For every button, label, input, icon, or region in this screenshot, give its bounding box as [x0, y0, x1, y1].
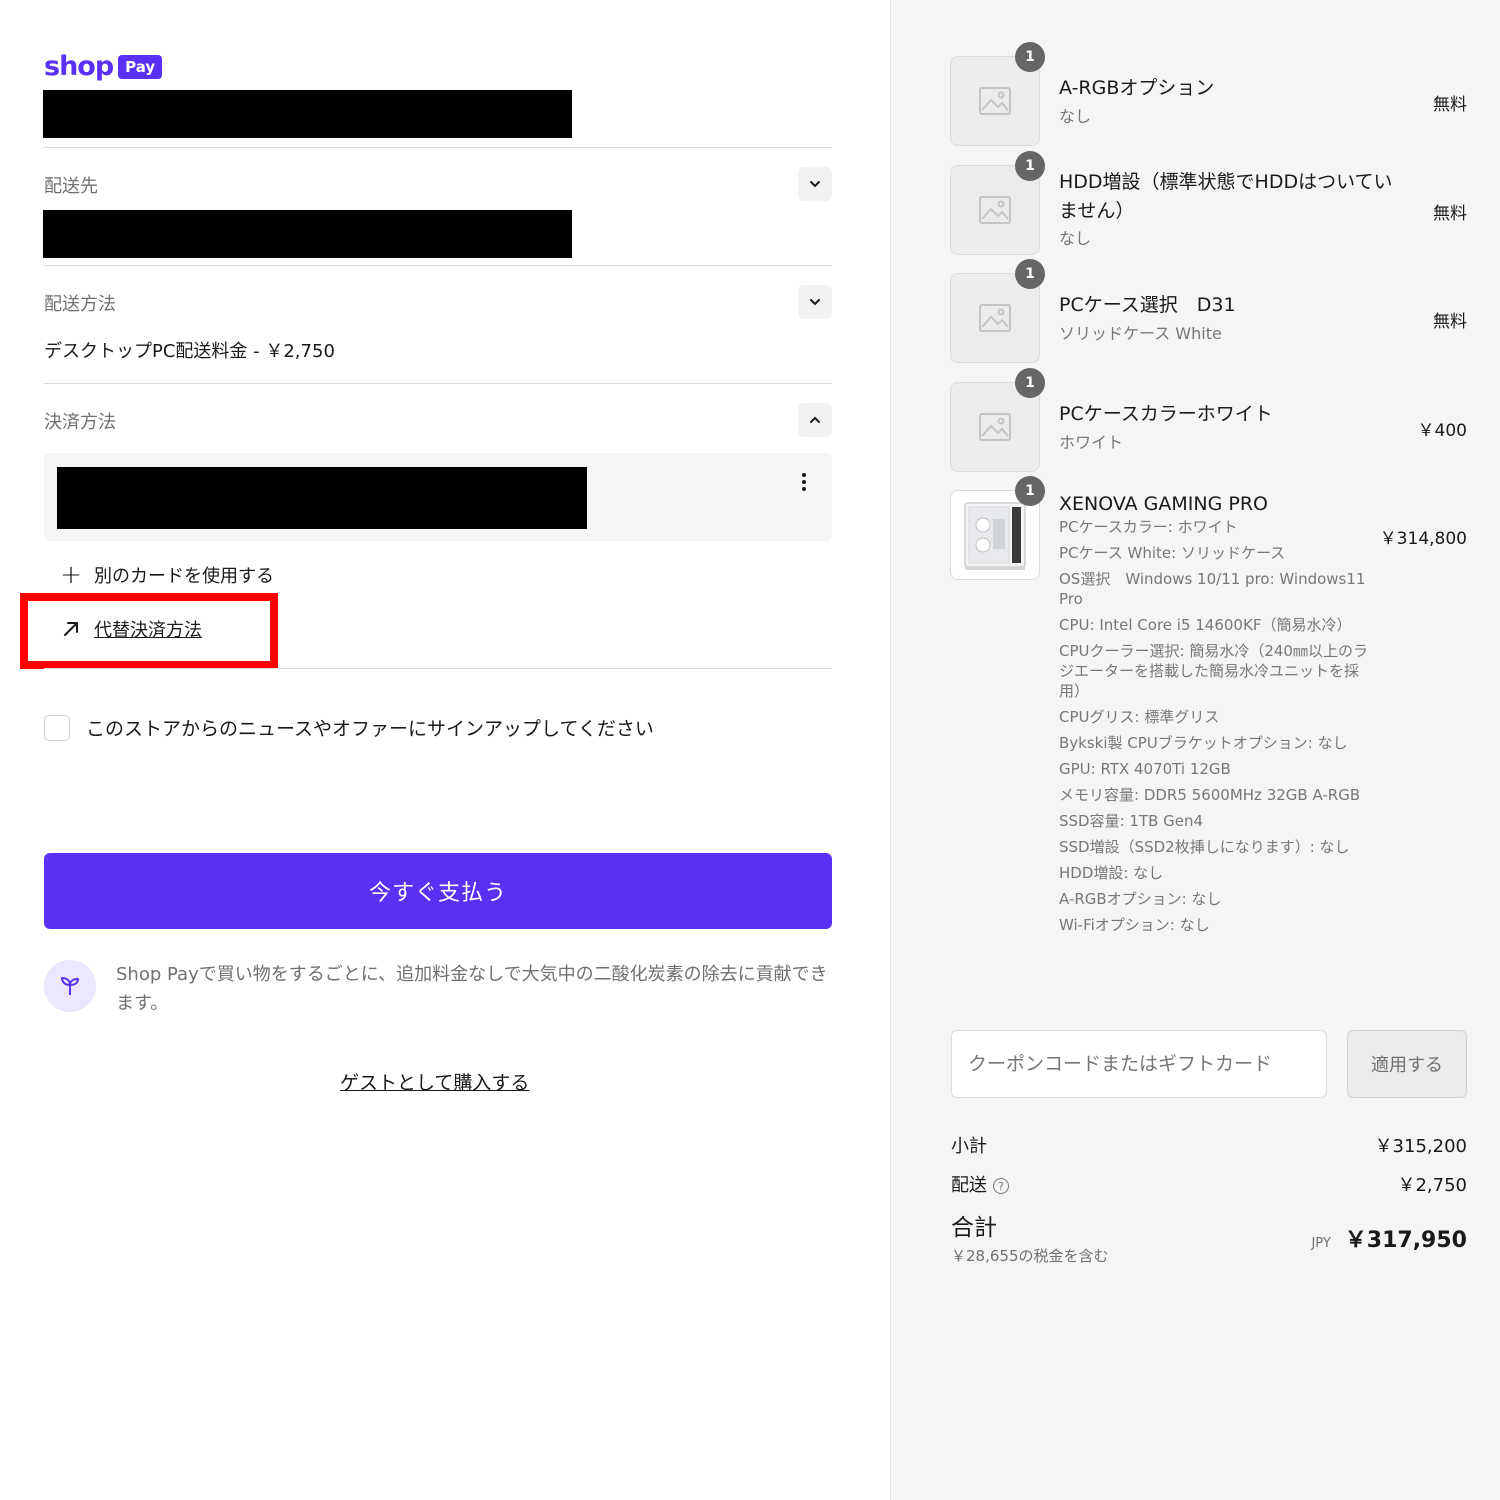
shipping-method-label: 配送方法	[44, 294, 116, 315]
apply-coupon-button[interactable]: 適用する	[1347, 1030, 1467, 1098]
use-another-card-label: 別のカードを使用する	[94, 566, 274, 587]
item-price: 無料	[1433, 95, 1467, 115]
line-item: 1 XENOVA GAMING PRO ￥314,800 PCケースカラー: ホ…	[950, 476, 1470, 1010]
quantity-badge: 1	[1015, 259, 1045, 289]
payment-method-label: 決済方法	[44, 412, 116, 433]
newsletter-label: このストアからのニュースやオファーにサインアップしてください	[86, 718, 654, 740]
shipping-address-label: 配送先	[44, 176, 98, 197]
pay-now-button[interactable]: 今すぐ支払う	[44, 853, 832, 929]
pc-case-image	[964, 502, 1026, 570]
item-property: PCケースカラー: ホワイト	[1059, 518, 1238, 536]
item-properties: PCケースカラー: ホワイト PCケース White: ソリッドケース OS選択…	[1059, 517, 1369, 941]
item-title: HDD増設（標準状態でHDDはついていません）	[1059, 171, 1393, 222]
chevron-down-icon	[810, 181, 820, 188]
logo-pay-badge: Pay	[118, 55, 163, 79]
divider	[44, 668, 832, 669]
item-price: ￥400	[1417, 421, 1467, 441]
total-amount-group: JPY ￥317,950	[1311, 1222, 1467, 1254]
item-variant: なし	[1059, 229, 1092, 248]
shipping-row: 配送? ￥2,750	[951, 1171, 1467, 1197]
item-property: Wi-Fiオプション: なし	[1059, 916, 1210, 934]
shop-pay-logo: shop Pay	[44, 51, 163, 82]
item-property: CPU: Intel Core i5 14600KF（簡易水冷）	[1059, 616, 1352, 634]
sprout-icon	[44, 960, 96, 1012]
item-variant: ソリッドケース White	[1059, 324, 1222, 343]
shipping-label-group: 配送?	[951, 1171, 1009, 1197]
item-title: PCケース選択 D31	[1059, 294, 1236, 316]
item-title: A-RGBオプション	[1059, 77, 1215, 99]
item-property: メモリ容量: DDR5 5600MHz 32GB A-RGB	[1059, 786, 1361, 804]
chevron-down-icon	[810, 299, 820, 306]
use-another-card-button[interactable]: + 別のカードを使用する	[60, 562, 274, 588]
divider	[44, 383, 832, 384]
item-title: PCケースカラーホワイト	[1059, 403, 1273, 425]
item-property: HDD増設: なし	[1059, 864, 1164, 882]
coupon-input[interactable]	[951, 1030, 1327, 1098]
newsletter-signup: このストアからのニュースやオファーにサインアップしてください	[44, 714, 654, 741]
plus-icon: +	[60, 560, 82, 590]
item-property: OS選択 Windows 10/11 pro: Windows11 Pro	[1059, 570, 1366, 608]
item-property: Bykski製 CPUブラケットオプション: なし	[1059, 734, 1348, 752]
logo-shop-text: shop	[44, 51, 114, 82]
line-item: 1 HDD増設（標準状態でHDDはついていません） なし 無料	[950, 151, 1470, 255]
item-price: 無料	[1433, 312, 1467, 332]
quantity-badge: 1	[1015, 476, 1045, 506]
shipping-method-value: デスクトップPC配送料金 - ￥2,750	[44, 341, 335, 362]
item-property: GPU: RTX 4070Ti 12GB	[1059, 760, 1231, 778]
item-variant: なし	[1059, 107, 1092, 126]
item-variant: ホワイト	[1059, 433, 1124, 452]
checkout-main: shop Pay 配送先 配送方法 デスクトップPC配送料金 - ￥2,750 …	[0, 0, 890, 1500]
guest-checkout-link[interactable]: ゲストとして購入する	[340, 1068, 529, 1095]
quantity-badge: 1	[1015, 42, 1045, 72]
item-property: SSD増設（SSD2枚挿しになります）: なし	[1059, 838, 1350, 856]
total-amount: ￥317,950	[1344, 1228, 1467, 1253]
subtotal-row: 小計 ￥315,200	[951, 1132, 1467, 1158]
card-options-menu-icon[interactable]	[790, 468, 818, 496]
item-property: SSD容量: 1TB Gen4	[1059, 812, 1204, 830]
quantity-badge: 1	[1015, 151, 1045, 181]
image-placeholder-icon	[979, 87, 1011, 115]
item-property: PCケース White: ソリッドケース	[1059, 544, 1286, 562]
newsletter-checkbox[interactable]	[44, 714, 70, 741]
subtotal-label: 小計	[951, 1136, 987, 1157]
redacted-account-info	[43, 90, 572, 138]
payment-method-collapse-button[interactable]	[798, 403, 832, 437]
shipping-value: ￥2,750	[1397, 1175, 1467, 1196]
item-property: CPUグリス: 標準グリス	[1059, 708, 1220, 726]
subtotal-value: ￥315,200	[1374, 1136, 1467, 1157]
image-placeholder-icon	[979, 304, 1011, 332]
item-price: 無料	[1433, 204, 1467, 224]
item-property: CPUクーラー選択: 簡易水冷（240㎜以上のラジエーターを搭載した簡易水冷ユニ…	[1059, 642, 1368, 700]
carbon-removal-notice: Shop Payで買い物をするごとに、追加料金なしで大気中の二酸化炭素の除去に貢…	[44, 960, 832, 1018]
item-property: A-RGBオプション: なし	[1059, 890, 1222, 908]
item-title: XENOVA GAMING PRO	[1059, 493, 1268, 515]
redacted-address	[43, 210, 572, 258]
quantity-badge: 1	[1015, 368, 1045, 398]
tax-note: ￥28,655の税金を含む	[951, 1247, 1109, 1265]
chevron-up-icon	[810, 416, 820, 423]
redacted-card-info	[57, 467, 587, 529]
highlight-box	[20, 593, 278, 669]
shipping-label: 配送	[951, 1175, 987, 1196]
image-placeholder-icon	[979, 413, 1011, 441]
item-price: ￥314,800	[1379, 529, 1467, 549]
carbon-removal-text: Shop Payで買い物をするごとに、追加料金なしで大気中の二酸化炭素の除去に貢…	[116, 964, 828, 1014]
total-label: 合計	[951, 1215, 997, 1241]
shipping-address-expand-button[interactable]	[798, 167, 832, 201]
line-item: 1 PCケース選択 D31 ソリッドケース White 無料	[950, 259, 1470, 363]
help-icon[interactable]: ?	[993, 1178, 1009, 1194]
line-item: 1 PCケースカラーホワイト ホワイト ￥400	[950, 368, 1470, 472]
divider	[44, 147, 832, 148]
line-item: 1 A-RGBオプション なし 無料	[950, 42, 1470, 146]
image-placeholder-icon	[979, 196, 1011, 224]
currency-code: JPY	[1311, 1236, 1331, 1251]
shipping-method-expand-button[interactable]	[798, 285, 832, 319]
divider	[44, 265, 832, 266]
